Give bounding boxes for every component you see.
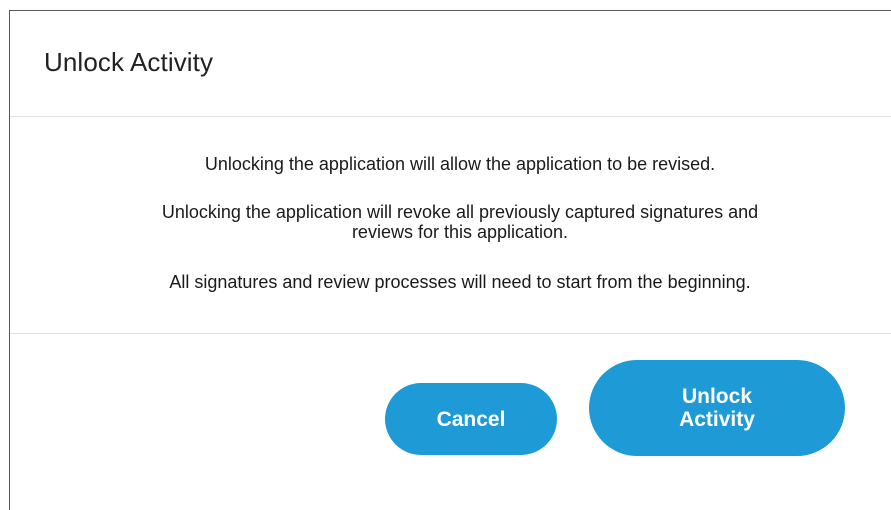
message-revoke-signatures: Unlocking the application will revoke al… <box>10 202 891 242</box>
message-revoke-line-1: Unlocking the application will revoke al… <box>161 202 759 222</box>
dialog-title: Unlock Activity <box>44 47 214 77</box>
dialog-header: Unlock Activity <box>10 11 891 117</box>
message-revise: Unlocking the application will allow the… <box>204 154 716 174</box>
message-restart-processes: All signatures and review processes will… <box>169 272 751 292</box>
unlock-button-label-line-2: Activity <box>679 408 755 431</box>
dialog-body: Unlocking the application will allow the… <box>10 117 891 334</box>
unlock-activity-button[interactable]: Unlock Activity <box>589 360 845 456</box>
unlock-button-label-line-1: Unlock <box>681 385 752 408</box>
cancel-button[interactable]: Cancel <box>385 383 557 455</box>
message-revoke-line-2: reviews for this application. <box>351 222 569 242</box>
